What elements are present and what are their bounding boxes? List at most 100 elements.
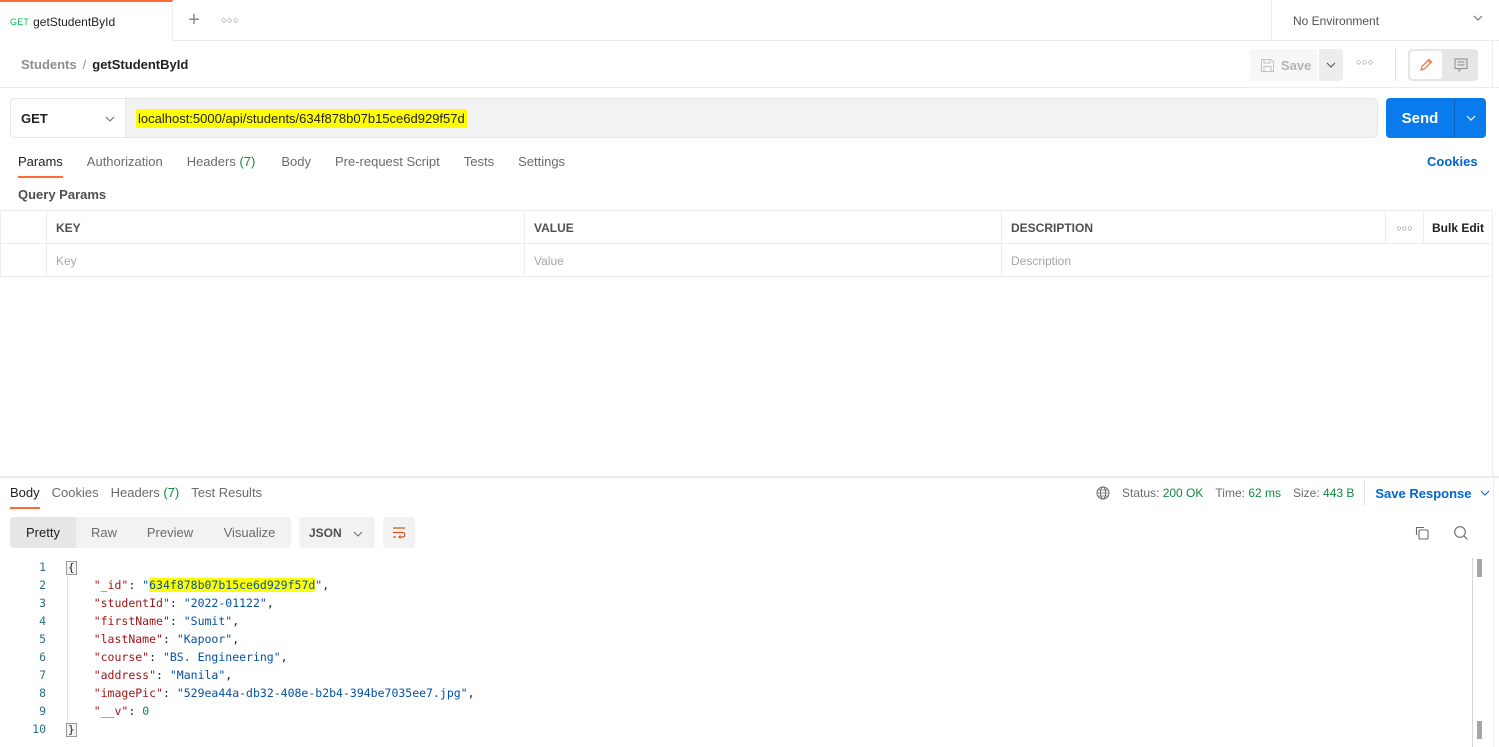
code-line: 5 "lastName": "Kapoor",	[0, 630, 1470, 648]
wrap-lines-icon	[393, 526, 406, 539]
breadcrumb-collection[interactable]: Students	[21, 57, 77, 72]
value-input[interactable]: Value	[524, 244, 1001, 277]
json-string: 634f878b07b15ce6d929f57d	[149, 578, 316, 592]
tab-pre-request-script[interactable]: Pre-request Script	[335, 154, 440, 178]
line-number: 2	[39, 578, 46, 592]
globe-icon[interactable]	[1096, 486, 1110, 500]
chevron-down-icon	[353, 531, 363, 537]
breadcrumb-row: Students / getStudentById Save ○○○	[0, 41, 1499, 88]
status-label: Status:	[1122, 486, 1160, 500]
breadcrumb-request-name[interactable]: getStudentById	[92, 57, 188, 72]
view-visualize[interactable]: Visualize	[208, 517, 291, 548]
json-punct	[66, 668, 94, 682]
search-response-button[interactable]	[1451, 523, 1471, 543]
fold-brace[interactable]: }	[66, 723, 77, 737]
response-status[interactable]: Status: 200 OK	[1122, 486, 1203, 500]
response-time[interactable]: Time: 62 ms	[1215, 486, 1281, 500]
code-line: 8 "imagePic": "529ea44a-db32-408e-b2b4-3…	[0, 684, 1470, 702]
request-url-input[interactable]: localhost:5000/api/students/634f878b07b1…	[125, 98, 1378, 138]
tab-label: Body	[281, 154, 311, 169]
send-options-dropdown[interactable]	[1454, 98, 1486, 138]
headers-count: (7)	[239, 154, 256, 169]
save-button[interactable]: Save	[1250, 49, 1317, 81]
wrap-lines-button[interactable]	[383, 517, 415, 548]
tab-params[interactable]: Params	[18, 154, 63, 178]
response-tab-headers[interactable]: Headers (7)	[111, 485, 180, 509]
tab-headers[interactable]: Headers (7)	[187, 154, 256, 178]
bulk-edit-button[interactable]: Bulk Edit	[1423, 211, 1493, 244]
line-number: 6	[39, 650, 46, 664]
status-value: 200 OK	[1162, 486, 1204, 500]
tab-tests[interactable]: Tests	[464, 154, 494, 178]
line-number: 7	[39, 668, 46, 682]
save-disk-icon	[1261, 58, 1274, 72]
mode-toggle	[1408, 49, 1478, 81]
documentation-mode-button[interactable]	[1446, 51, 1476, 79]
send-button[interactable]: Send	[1386, 98, 1454, 138]
query-params-title: Query Params	[18, 187, 107, 202]
view-pretty[interactable]: Pretty	[10, 517, 76, 548]
table-header-row: KEY VALUE DESCRIPTION ○○○ Bulk Edit	[0, 211, 1493, 244]
json-punct: :	[156, 668, 170, 682]
code-text: "__v": 0	[66, 702, 149, 720]
tab-label: Cookies	[51, 485, 99, 500]
editor-scrollbar-track[interactable]	[1472, 558, 1473, 747]
json-number: 0	[142, 704, 150, 718]
tab-title: getStudentById	[33, 14, 116, 29]
tab-more-options-icon[interactable]: ○○○	[220, 10, 240, 30]
editor-scrollbar-marker[interactable]	[1477, 721, 1482, 739]
format-value: JSON	[309, 525, 342, 540]
toolbar-divider	[1395, 49, 1396, 81]
response-tab-body[interactable]: Body	[10, 485, 40, 509]
tab-method-badge: GET	[10, 16, 30, 27]
code-line: 2 "_id": "634f878b07b15ce6d929f57d",	[0, 576, 1470, 594]
editor-scrollbar-thumb[interactable]	[1477, 559, 1482, 577]
fold-brace[interactable]: {	[66, 561, 77, 575]
json-punct: ,	[225, 668, 233, 682]
view-raw[interactable]: Raw	[76, 517, 132, 548]
environment-selector[interactable]: No Environment	[1271, 0, 1499, 41]
description-input[interactable]: Description	[1001, 244, 1493, 277]
tab-label: Settings	[518, 154, 566, 169]
time-label: Time:	[1215, 486, 1245, 500]
response-tab-test-results[interactable]: Test Results	[191, 485, 262, 509]
json-string: "Sumit"	[183, 614, 233, 628]
code-line: 7 "address": "Manila",	[0, 666, 1470, 684]
pane-resize-divider[interactable]	[0, 476, 1499, 478]
key-input[interactable]: Key	[46, 244, 524, 277]
code-line: 6 "course": "BS. Engineering",	[0, 648, 1470, 666]
cookies-link[interactable]: Cookies	[1427, 154, 1478, 169]
tab-settings[interactable]: Settings	[518, 154, 565, 178]
code-line: 10}	[0, 720, 1470, 738]
time-value: 62 ms	[1248, 486, 1281, 500]
request-tab-getstudentbyid[interactable]: GET getStudentById	[0, 0, 173, 41]
copy-response-button[interactable]	[1412, 523, 1432, 543]
line-number: 1	[39, 560, 46, 574]
json-punct: :	[128, 704, 143, 718]
edit-mode-button[interactable]	[1410, 51, 1442, 79]
json-punct	[66, 650, 94, 664]
new-tab-plus-icon[interactable]: +	[184, 10, 204, 30]
divider	[1364, 480, 1366, 506]
line-number: 3	[39, 596, 46, 610]
tab-authorization[interactable]: Authorization	[87, 154, 163, 178]
json-punct: ,	[322, 578, 330, 592]
save-response-button[interactable]: Save Response	[1375, 486, 1489, 501]
json-key: "_id"	[93, 578, 129, 592]
view-preview[interactable]: Preview	[132, 517, 208, 548]
response-tab-cookies[interactable]: Cookies	[52, 485, 99, 509]
http-method-select[interactable]: GET	[10, 98, 125, 138]
json-string: "Manila"	[169, 668, 226, 682]
more-options-icon[interactable]: ○○○	[1356, 57, 1374, 67]
response-body-editor[interactable]: 1{2 "_id": "634f878b07b15ce6d929f57d", 3 …	[0, 558, 1470, 738]
column-options-icon[interactable]: ○○○	[1385, 211, 1423, 244]
query-params-table: KEY VALUE DESCRIPTION ○○○ Bulk Edit Key …	[0, 210, 1493, 277]
environment-label: No Environment	[1293, 13, 1380, 28]
save-response-label: Save Response	[1375, 485, 1472, 501]
response-view-mode: Pretty Raw Preview Visualize	[10, 517, 291, 548]
response-size[interactable]: Size: 443 B	[1293, 486, 1354, 500]
request-config-tabs: Params Authorization Headers (7) Body Pr…	[18, 154, 589, 178]
response-format-select[interactable]: JSON	[299, 517, 375, 548]
save-options-dropdown[interactable]	[1319, 49, 1343, 81]
tab-body[interactable]: Body	[281, 154, 311, 178]
